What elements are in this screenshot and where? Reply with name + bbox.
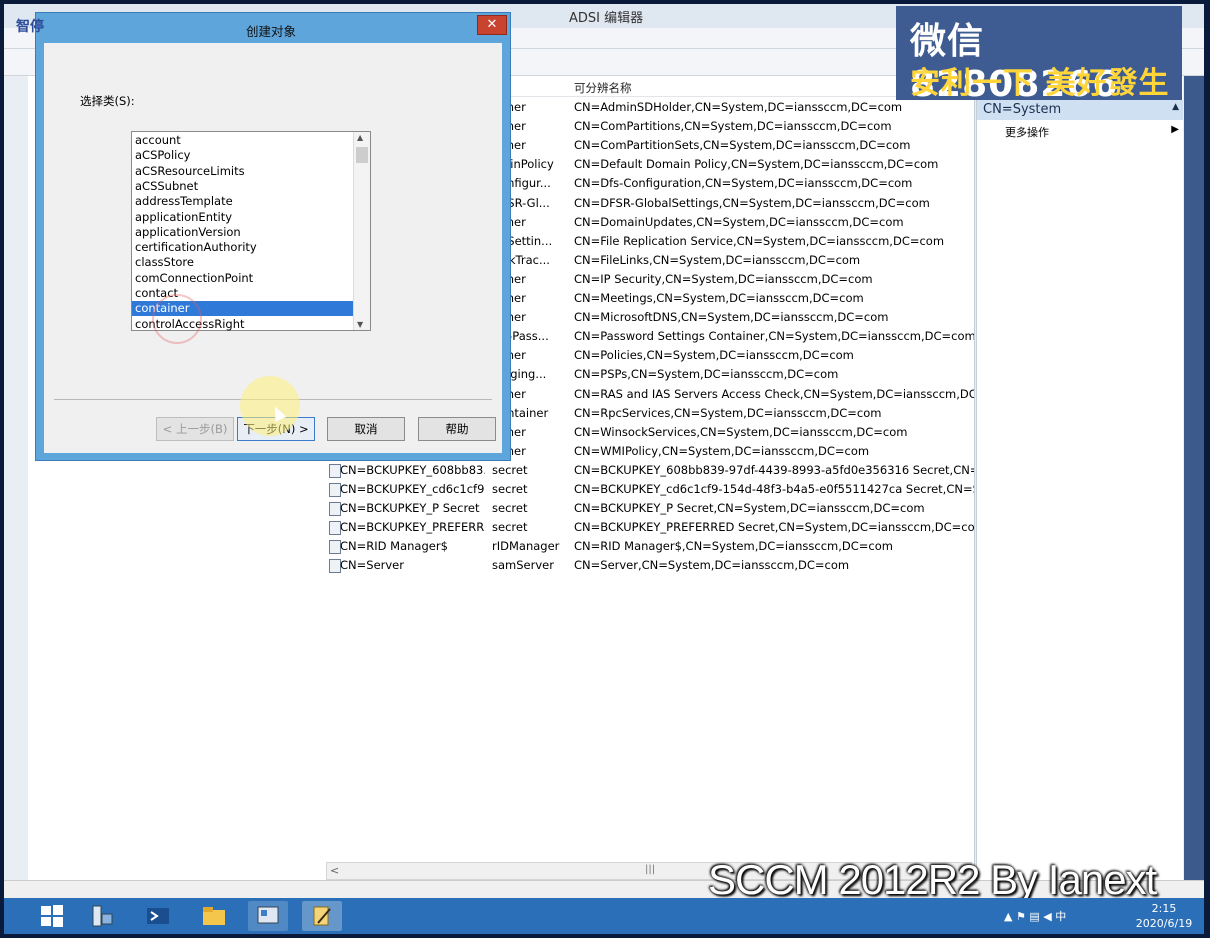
- cell-dn: CN=File Replication Service,CN=System,DC…: [574, 233, 945, 248]
- taskbar: ▲ ⚑ ▤ ◀ 中 2:15 2020/6/19: [4, 898, 1204, 934]
- more-actions-arrow-icon: ▶: [1171, 124, 1179, 135]
- cell-class: secret: [492, 482, 528, 496]
- column-dn-header[interactable]: 可分辨名称: [574, 80, 632, 96]
- main-window-title: ADSI 编辑器: [569, 11, 644, 26]
- cell-name: CN=Server: [340, 558, 404, 573]
- cell-dn: CN=WinsockServices,CN=System,DC=ianssccm…: [574, 424, 908, 439]
- choose-class-label: 选择类(S):: [80, 94, 135, 108]
- class-list-item[interactable]: certificationAuthority: [132, 240, 355, 255]
- ime-indicator[interactable]: 中: [1055, 910, 1066, 923]
- cell-dn: CN=DFSR-GlobalSettings,CN=System,DC=ians…: [574, 195, 930, 210]
- cell-dn: CN=RID Manager$,CN=System,DC=ianssccm,DC…: [574, 539, 893, 554]
- corner-label: 智停: [16, 19, 44, 35]
- cell-dn: CN=ComPartitionSets,CN=System,DC=iansscc…: [574, 138, 911, 153]
- screen: ADSI 编辑器 可分辨名称 tainerCN=AdminSDHolder,CN…: [4, 4, 1204, 934]
- cell-dn: CN=FileLinks,CN=System,DC=ianssccm,DC=co…: [574, 252, 861, 267]
- cell-dn: CN=MicrosoftDNS,CN=System,DC=ianssccm,DC…: [574, 310, 889, 325]
- cell-name: CN=BCKUPKEY_PREFERR...: [340, 520, 485, 535]
- scroll-down-icon[interactable]: ▼: [357, 320, 363, 329]
- cell-name: CN=RID Manager$: [340, 539, 448, 554]
- more-actions-link[interactable]: 更多操作: [1005, 124, 1049, 140]
- adsi-edit-icon[interactable]: [302, 901, 342, 931]
- cell-dn: CN=Meetings,CN=System,DC=ianssccm,DC=com: [574, 291, 864, 305]
- cell-dn: CN=Server,CN=System,DC=ianssccm,DC=com: [574, 558, 850, 573]
- cell-dn: CN=DomainUpdates,CN=System,DC=ianssccm,D…: [574, 214, 904, 229]
- cell-dn: CN=PSPs,CN=System,DC=ianssccm,DC=com: [574, 367, 839, 382]
- clock-time: 2:15: [1151, 902, 1177, 915]
- cell-dn: CN=Default Domain Policy,CN=System,DC=ia…: [574, 157, 939, 172]
- powershell-icon[interactable]: [138, 901, 178, 931]
- file-explorer-icon[interactable]: [194, 901, 234, 931]
- table-row[interactable]: CN=BCKUPKEY_cd6c1cf9... secret CN=BCKUPKEY…: [322, 480, 974, 499]
- dialog-title: 创建对象: [246, 24, 297, 39]
- cancel-button[interactable]: 取消: [327, 417, 405, 441]
- clock-date: 2020/6/19: [1135, 917, 1193, 930]
- cell-dn: CN=Dfs-Configuration,CN=System,DC=ianssc…: [574, 176, 913, 191]
- cell-dn: CN=BCKUPKEY_cd6c1cf9-154d-48f3-b4a5-e0f5…: [574, 482, 974, 496]
- scroll-thumb[interactable]: [356, 147, 368, 163]
- cell-name: CN=BCKUPKEY_cd6c1cf9...: [340, 482, 485, 496]
- watermark: 微信 82808266 安利一下 美好發生: [896, 6, 1182, 105]
- class-list-item[interactable]: applicationEntity: [132, 210, 355, 225]
- server-manager-icon[interactable]: [82, 901, 122, 931]
- clock[interactable]: 2:15 2020/6/19: [1124, 901, 1204, 931]
- table-row[interactable]: CN=RID Manager$ rIDManager CN=RID Manager$…: [322, 537, 974, 556]
- cell-dn: CN=IP Security,CN=System,DC=ianssccm,DC=…: [574, 271, 873, 286]
- table-row[interactable]: CN=BCKUPKEY_PREFERR... secret CN=BCKUPKEY_…: [322, 518, 974, 537]
- cell-class: secret: [492, 520, 528, 535]
- cell-dn: CN=BCKUPKEY_P Secret,CN=System,DC=ianssc…: [574, 501, 925, 516]
- cell-class: samServer: [492, 558, 554, 573]
- right-edge-strip: [1184, 76, 1204, 880]
- mmc-icon[interactable]: [248, 901, 288, 931]
- volume-icon[interactable]: ◀: [1043, 910, 1051, 923]
- cell-dn: CN=Policies,CN=System,DC=ianssccm,DC=com: [574, 348, 854, 363]
- table-row[interactable]: CN=BCKUPKEY_608bb83... secret CN=BCKUPKEY_…: [322, 461, 974, 480]
- table-row[interactable]: CN=Server samServer CN=Server,CN=System,DC…: [322, 556, 974, 575]
- cell-dn: CN=RAS and IAS Servers Access Check,CN=S…: [574, 386, 974, 401]
- watermark-line2: 安利一下 美好發生: [910, 66, 1170, 101]
- listbox-scrollbar[interactable]: ▲ ▼: [353, 132, 370, 330]
- class-list-item[interactable]: aCSPolicy: [132, 148, 355, 163]
- cell-dn: CN=WMIPolicy,CN=System,DC=ianssccm,DC=co…: [574, 443, 870, 458]
- help-button[interactable]: 帮助: [418, 417, 496, 441]
- class-list-item[interactable]: aCSSubnet: [132, 179, 355, 194]
- actions-pane: 操作 CN=System ▲ 更多操作 ▶: [976, 76, 1183, 880]
- cell-dn: CN=BCKUPKEY_608bb839-97df-4439-8993-a5fd…: [574, 462, 974, 477]
- cell-dn: CN=BCKUPKEY_PREFERRED Secret,CN=System,D…: [574, 520, 974, 535]
- cell-class: secret: [492, 501, 528, 516]
- tray-arrow-icon[interactable]: ▲: [1004, 910, 1012, 923]
- scroll-left-icon[interactable]: <: [330, 864, 339, 877]
- video-caption: SCCM 2012R2 By Ianext: [708, 856, 1157, 903]
- class-list-item[interactable]: applicationVersion: [132, 225, 355, 240]
- class-list-item[interactable]: classStore: [132, 255, 355, 270]
- dialog-title-bar[interactable]: 创建对象 ✕: [36, 13, 510, 41]
- windows-logo-icon: [41, 905, 63, 927]
- scroll-up-icon[interactable]: ▲: [357, 133, 363, 142]
- network-icon[interactable]: ▤: [1029, 910, 1039, 923]
- start-button[interactable]: [32, 901, 72, 931]
- class-list-item[interactable]: aCSResourceLimits: [132, 164, 355, 179]
- class-list-item[interactable]: account: [132, 133, 355, 148]
- cell-dn: CN=RpcServices,CN=System,DC=ianssccm,DC=…: [574, 405, 882, 420]
- click-highlight-ring: [152, 294, 202, 344]
- system-tray[interactable]: ▲ ⚑ ▤ ◀ 中: [1004, 908, 1066, 924]
- cell-name: CN=BCKUPKEY_P Secret: [340, 501, 480, 516]
- scroll-grip-icon[interactable]: |||: [645, 864, 655, 875]
- cell-name: CN=BCKUPKEY_608bb83...: [340, 462, 485, 477]
- class-list-item[interactable]: addressTemplate: [132, 194, 355, 209]
- class-list-item[interactable]: comConnectionPoint: [132, 271, 355, 286]
- cell-dn: CN=ComPartitions,CN=System,DC=ianssccm,D…: [574, 119, 892, 134]
- cell-dn: CN=Password Settings Container,CN=System…: [574, 329, 974, 344]
- table-row[interactable]: CN=BCKUPKEY_P Secret secret CN=BCKUPKEY_P …: [322, 499, 974, 518]
- back-button[interactable]: < 上一步(B): [156, 417, 234, 441]
- cursor-highlight: [240, 376, 300, 436]
- cell-class: rIDManager: [492, 539, 560, 554]
- flag-icon[interactable]: ⚑: [1016, 910, 1026, 923]
- cell-class: secret: [492, 462, 528, 477]
- close-icon[interactable]: ✕: [477, 15, 507, 35]
